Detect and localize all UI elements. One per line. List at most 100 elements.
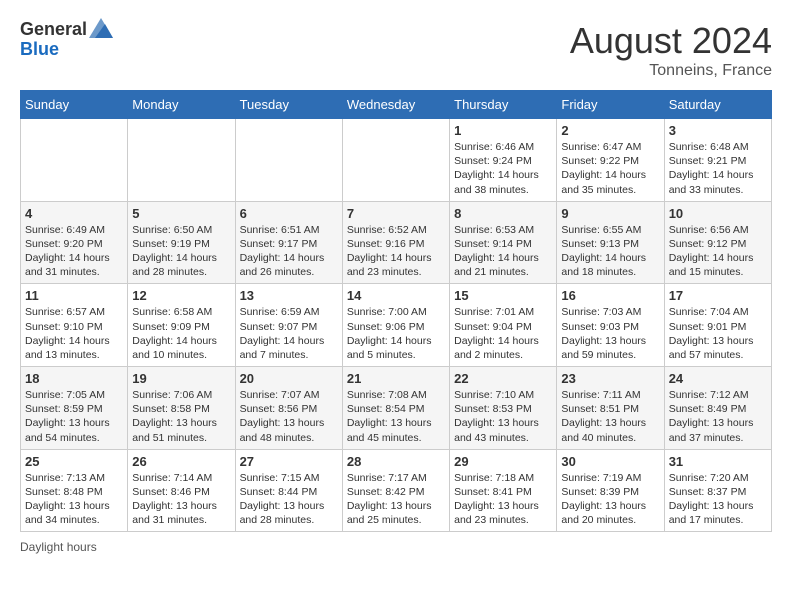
day-info: Sunrise: 6:51 AMSunset: 9:17 PMDaylight:… [240,223,338,280]
day-number: 29 [454,454,552,469]
calendar-cell: 3 Sunrise: 6:48 AMSunset: 9:21 PMDaylight… [664,119,771,202]
calendar-cell: 26Sunrise: 7:14 AMSunset: 8:46 PMDayligh… [128,449,235,532]
calendar-day-header: Monday [128,91,235,119]
calendar-header-row: SundayMondayTuesdayWednesdayThursdayFrid… [21,91,772,119]
day-info: Sunrise: 7:17 AMSunset: 8:42 PMDaylight:… [347,471,445,528]
calendar-cell: 25Sunrise: 7:13 AMSunset: 8:48 PMDayligh… [21,449,128,532]
calendar-cell: 15Sunrise: 7:01 AMSunset: 9:04 PMDayligh… [450,284,557,367]
calendar-cell: 14Sunrise: 7:00 AMSunset: 9:06 PMDayligh… [342,284,449,367]
day-number: 28 [347,454,445,469]
footer-note: Daylight hours [20,540,772,554]
calendar-cell: 24Sunrise: 7:12 AMSunset: 8:49 PMDayligh… [664,367,771,450]
calendar-day-header: Thursday [450,91,557,119]
day-info: Sunrise: 7:15 AMSunset: 8:44 PMDaylight:… [240,471,338,528]
calendar-cell: 12 Sunrise: 6:58 AMSunset: 9:09 PMDayligh… [128,284,235,367]
day-info: Sunrise: 6:59 AMSunset: 9:07 PMDaylight:… [240,305,338,362]
day-info: Sunrise: 7:13 AMSunset: 8:48 PMDaylight:… [25,471,123,528]
day-number: 17 [669,288,767,303]
calendar-cell: 31Sunrise: 7:20 AMSunset: 8:37 PMDayligh… [664,449,771,532]
day-info: Sunrise: 7:18 AMSunset: 8:41 PMDaylight:… [454,471,552,528]
calendar-cell [21,119,128,202]
day-info: Sunrise: 7:19 AMSunset: 8:39 PMDaylight:… [561,471,659,528]
day-info: Sunrise: 6:47 AMSunset: 9:22 PMDaylight:… [561,140,659,197]
day-info: Sunrise: 7:14 AMSunset: 8:46 PMDaylight:… [132,471,230,528]
day-number: 8 [454,206,552,221]
calendar-cell: 20Sunrise: 7:07 AMSunset: 8:56 PMDayligh… [235,367,342,450]
calendar-day-header: Wednesday [342,91,449,119]
calendar-cell: 17Sunrise: 7:04 AMSunset: 9:01 PMDayligh… [664,284,771,367]
calendar-table: SundayMondayTuesdayWednesdayThursdayFrid… [20,90,772,532]
day-number: 20 [240,371,338,386]
day-number: 2 [561,123,659,138]
day-number: 3 [669,123,767,138]
day-number: 5 [132,206,230,221]
calendar-cell: 23 Sunrise: 7:11 AMSunset: 8:51 PMDayligh… [557,367,664,450]
day-info: Sunrise: 6:55 AMSunset: 9:13 PMDaylight:… [561,223,659,280]
day-info: Sunrise: 6:49 AMSunset: 9:20 PMDaylight:… [25,223,123,280]
calendar-cell: 4 Sunrise: 6:49 AMSunset: 9:20 PMDaylight… [21,201,128,284]
calendar-cell: 22 Sunrise: 7:10 AMSunset: 8:53 PMDayligh… [450,367,557,450]
day-number: 4 [25,206,123,221]
day-info: Sunrise: 7:06 AMSunset: 8:58 PMDaylight:… [132,388,230,445]
day-number: 21 [347,371,445,386]
calendar-cell: 30 Sunrise: 7:19 AMSunset: 8:39 PMDayligh… [557,449,664,532]
calendar-day-header: Saturday [664,91,771,119]
calendar-week-row: 11Sunrise: 6:57 AMSunset: 9:10 PMDayligh… [21,284,772,367]
calendar-week-row: 4 Sunrise: 6:49 AMSunset: 9:20 PMDaylight… [21,201,772,284]
day-info: Sunrise: 6:46 AMSunset: 9:24 PMDaylight:… [454,140,552,197]
day-info: Sunrise: 7:00 AMSunset: 9:06 PMDaylight:… [347,305,445,362]
day-number: 11 [25,288,123,303]
day-number: 23 [561,371,659,386]
calendar-cell: 27 Sunrise: 7:15 AMSunset: 8:44 PMDayligh… [235,449,342,532]
day-number: 18 [25,371,123,386]
calendar-cell: 5 Sunrise: 6:50 AMSunset: 9:19 PMDaylight… [128,201,235,284]
calendar-cell: 18 Sunrise: 7:05 AMSunset: 8:59 PMDayligh… [21,367,128,450]
calendar-week-row: 18 Sunrise: 7:05 AMSunset: 8:59 PMDayligh… [21,367,772,450]
calendar-cell [128,119,235,202]
day-number: 22 [454,371,552,386]
day-info: Sunrise: 7:10 AMSunset: 8:53 PMDaylight:… [454,388,552,445]
day-info: Sunrise: 6:50 AMSunset: 9:19 PMDaylight:… [132,223,230,280]
calendar-cell [235,119,342,202]
location-subtitle: Tonneins, France [570,62,772,80]
day-info: Sunrise: 6:48 AMSunset: 9:21 PMDaylight:… [669,140,767,197]
logo-text: General Blue [20,20,113,60]
calendar-cell: 16 Sunrise: 7:03 AMSunset: 9:03 PMDayligh… [557,284,664,367]
day-info: Sunrise: 6:53 AMSunset: 9:14 PMDaylight:… [454,223,552,280]
day-info: Sunrise: 7:11 AMSunset: 8:51 PMDaylight:… [561,388,659,445]
page-header: General Blue August 2024 Tonneins, Franc… [20,20,772,80]
calendar-cell: 2 Sunrise: 6:47 AMSunset: 9:22 PMDaylight… [557,119,664,202]
day-number: 12 [132,288,230,303]
day-number: 24 [669,371,767,386]
calendar-week-row: 1Sunrise: 6:46 AMSunset: 9:24 PMDaylight… [21,119,772,202]
title-block: August 2024 Tonneins, France [570,20,772,80]
logo-blue-text: Blue [20,40,113,60]
calendar-week-row: 25Sunrise: 7:13 AMSunset: 8:48 PMDayligh… [21,449,772,532]
calendar-cell: 29 Sunrise: 7:18 AMSunset: 8:41 PMDayligh… [450,449,557,532]
calendar-cell: 7Sunrise: 6:52 AMSunset: 9:16 PMDaylight… [342,201,449,284]
logo: General Blue [20,20,113,60]
calendar-cell: 10Sunrise: 6:56 AMSunset: 9:12 PMDayligh… [664,201,771,284]
day-number: 7 [347,206,445,221]
calendar-cell: 1Sunrise: 6:46 AMSunset: 9:24 PMDaylight… [450,119,557,202]
day-info: Sunrise: 7:05 AMSunset: 8:59 PMDaylight:… [25,388,123,445]
day-number: 30 [561,454,659,469]
day-number: 16 [561,288,659,303]
calendar-cell: 21Sunrise: 7:08 AMSunset: 8:54 PMDayligh… [342,367,449,450]
day-number: 15 [454,288,552,303]
day-number: 27 [240,454,338,469]
logo-general-text: General [20,20,87,40]
calendar-day-header: Friday [557,91,664,119]
day-number: 31 [669,454,767,469]
calendar-cell: 19 Sunrise: 7:06 AMSunset: 8:58 PMDayligh… [128,367,235,450]
day-number: 13 [240,288,338,303]
calendar-day-header: Sunday [21,91,128,119]
day-info: Sunrise: 6:58 AMSunset: 9:09 PMDaylight:… [132,305,230,362]
day-number: 6 [240,206,338,221]
day-info: Sunrise: 7:03 AMSunset: 9:03 PMDaylight:… [561,305,659,362]
day-number: 9 [561,206,659,221]
day-number: 19 [132,371,230,386]
calendar-cell: 6 Sunrise: 6:51 AMSunset: 9:17 PMDaylight… [235,201,342,284]
logo-icon [89,16,113,40]
calendar-cell: 28 Sunrise: 7:17 AMSunset: 8:42 PMDayligh… [342,449,449,532]
